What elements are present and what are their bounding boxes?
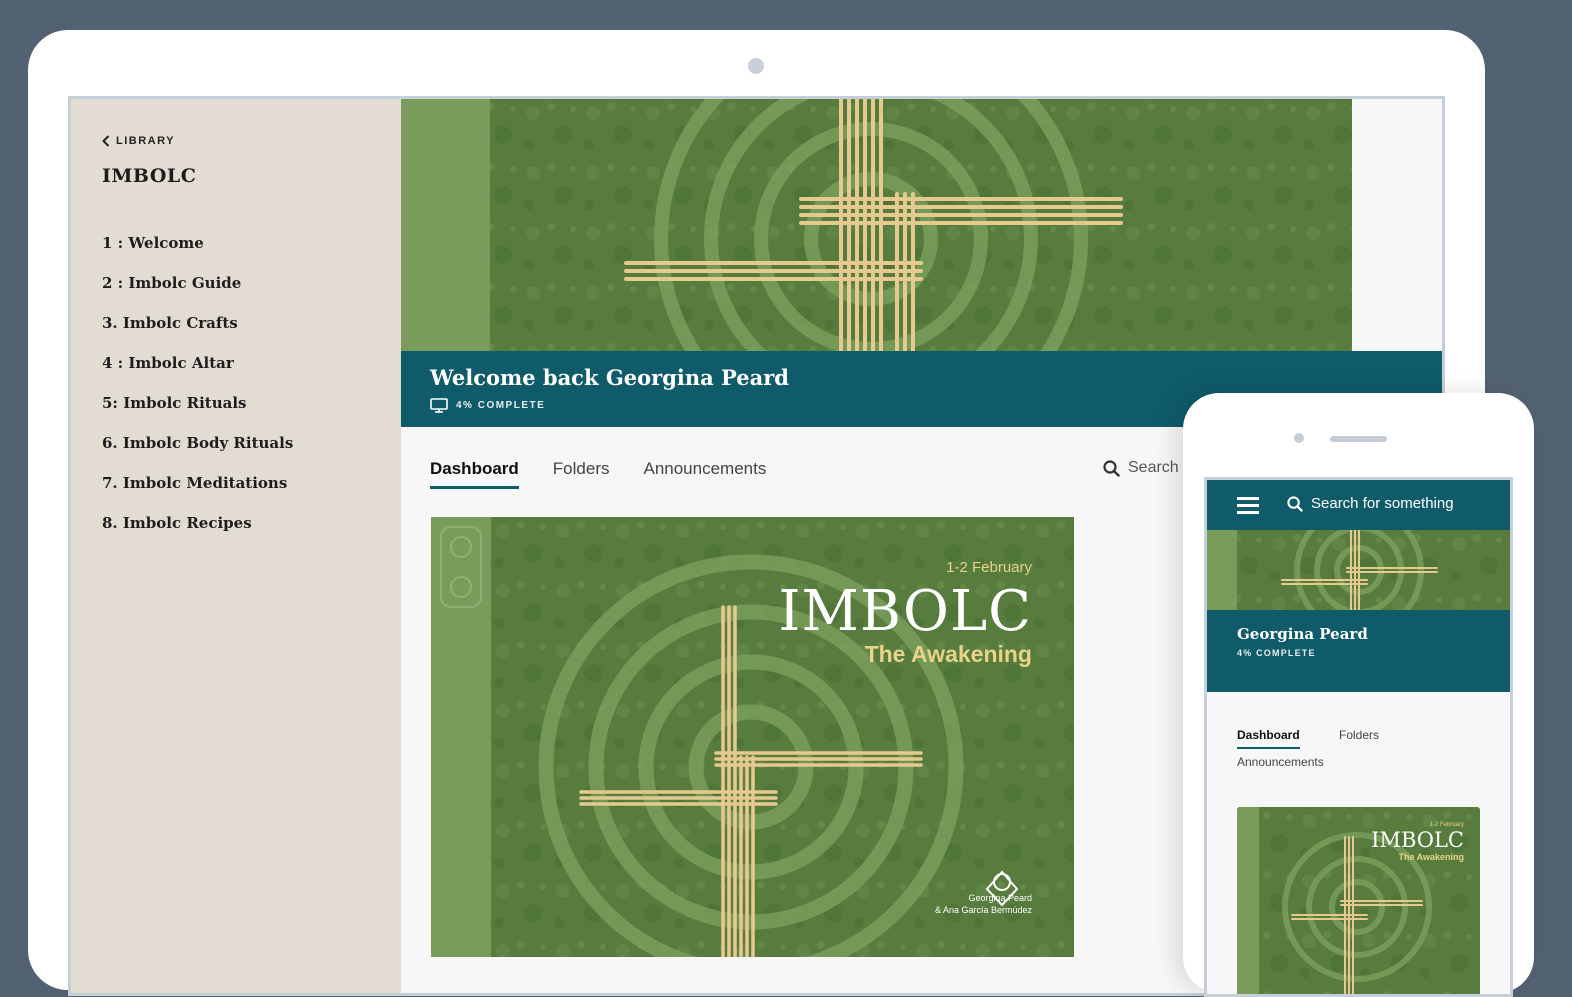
tab-announcements[interactable]: Announcements bbox=[643, 459, 766, 489]
tab-folders[interactable]: Folders bbox=[553, 459, 610, 489]
mobile-user-name: Georgina Peard bbox=[1237, 625, 1368, 643]
hamburger-menu-icon[interactable] bbox=[1237, 497, 1259, 515]
lesson-item[interactable]: 8. Imbolc Recipes bbox=[102, 513, 293, 553]
lesson-item[interactable]: 7. Imbolc Meditations bbox=[102, 473, 293, 513]
chevron-left-icon bbox=[102, 135, 110, 147]
mobile-course-cover-card[interactable]: 1-2 February IMBOLC The Awakening bbox=[1237, 807, 1480, 994]
mobile-welcome-banner: Georgina Peard 4% COMPLETE bbox=[1207, 610, 1510, 692]
lesson-item[interactable]: 5: Imbolc Rituals bbox=[102, 393, 293, 433]
course-sidebar: LIBRARY IMBOLC 1 : Welcome 2 : Imbolc Gu… bbox=[71, 99, 401, 993]
mobile-hero-image bbox=[1207, 530, 1510, 610]
main-tabs: Dashboard Folders Announcements bbox=[430, 459, 800, 489]
cover-subtitle: The Awakening bbox=[864, 641, 1032, 667]
mobile-screen: Search for something Georgina Peard 4% C… bbox=[1204, 477, 1513, 997]
mobile-progress-label: 4% COMPLETE bbox=[1237, 648, 1316, 658]
lesson-item[interactable]: 4 : Imbolc Altar bbox=[102, 353, 293, 393]
progress-indicator: 4% COMPLETE bbox=[430, 398, 545, 413]
welcome-heading: Welcome back Georgina Peard bbox=[430, 365, 789, 390]
search-icon bbox=[1103, 459, 1120, 477]
hero-image bbox=[401, 99, 1352, 351]
back-to-library-link[interactable]: LIBRARY bbox=[102, 135, 175, 147]
cover-date: 1-2 February bbox=[946, 559, 1032, 576]
mobile-cover-subtitle: The Awakening bbox=[1398, 852, 1464, 862]
phone-speaker bbox=[1330, 436, 1387, 442]
laptop-camera bbox=[748, 58, 764, 74]
lesson-item[interactable]: 6. Imbolc Body Rituals bbox=[102, 433, 293, 473]
cover-author-1: Georgina Peard bbox=[968, 893, 1032, 903]
back-label: LIBRARY bbox=[116, 135, 175, 147]
monitor-icon bbox=[430, 398, 448, 413]
mobile-search-placeholder: Search for something bbox=[1311, 495, 1454, 512]
lesson-item[interactable]: 1 : Welcome bbox=[102, 233, 293, 273]
mobile-topbar: Search for something bbox=[1207, 480, 1510, 530]
course-title: IMBOLC bbox=[102, 165, 197, 187]
mobile-cover-title: IMBOLC bbox=[1371, 828, 1464, 852]
search-label: Search bbox=[1128, 459, 1179, 476]
mobile-tab-announcements[interactable]: Announcements bbox=[1237, 755, 1324, 769]
cover-title: IMBOLC bbox=[778, 579, 1032, 644]
phone-frame: Search for something Georgina Peard 4% C… bbox=[1183, 393, 1534, 997]
mobile-tab-dashboard[interactable]: Dashboard bbox=[1237, 728, 1300, 749]
lesson-item[interactable]: 2 : Imbolc Guide bbox=[102, 273, 293, 313]
lesson-item[interactable]: 3. Imbolc Crafts bbox=[102, 313, 293, 353]
search-field[interactable]: Search bbox=[1103, 459, 1179, 477]
course-cover-card[interactable]: 1-2 February IMBOLC The Awakening Georgi… bbox=[431, 517, 1074, 957]
search-icon bbox=[1287, 495, 1303, 512]
tab-dashboard[interactable]: Dashboard bbox=[430, 459, 519, 489]
phone-camera bbox=[1294, 433, 1304, 443]
mobile-tab-folders[interactable]: Folders bbox=[1339, 728, 1379, 742]
lesson-list: 1 : Welcome 2 : Imbolc Guide 3. Imbolc C… bbox=[102, 233, 293, 553]
mobile-search-input[interactable]: Search for something bbox=[1287, 495, 1487, 512]
cover-author-2: & Ana García Bermúdez bbox=[934, 905, 1032, 915]
progress-label: 4% COMPLETE bbox=[456, 400, 546, 411]
